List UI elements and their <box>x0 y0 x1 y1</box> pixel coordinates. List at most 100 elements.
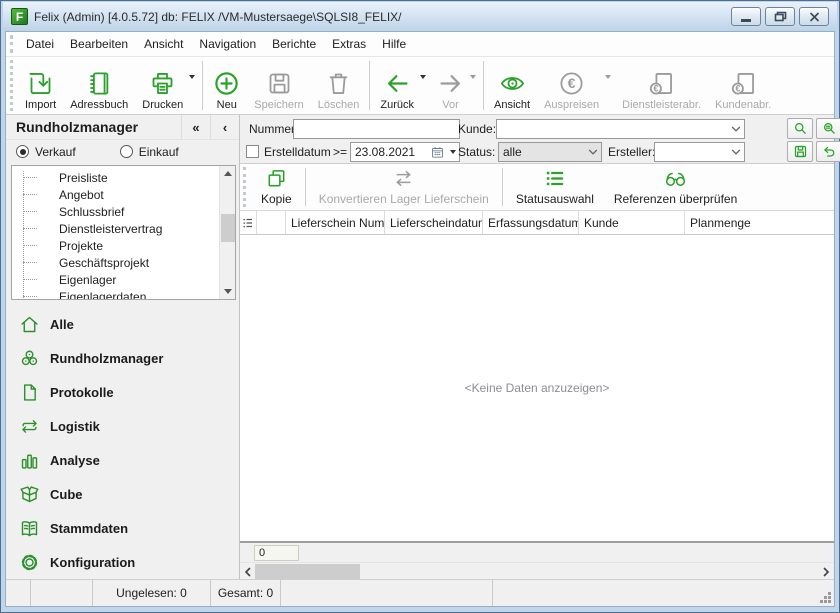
restore-icon <box>774 11 787 22</box>
neu-button[interactable]: Neu <box>206 57 247 114</box>
app-logo-icon: F <box>11 8 28 25</box>
nav-item-protokolle[interactable]: Protokolle <box>6 375 239 409</box>
status-segment <box>493 580 834 606</box>
status-segment <box>31 580 93 606</box>
horizontal-scrollbar[interactable] <box>240 562 834 579</box>
column-header-lieferschein-nummer[interactable]: Lieferschein Nummer <box>286 211 385 234</box>
app-window: F Felix (Admin) [4.0.5.72] db: FELIX /VM… <box>0 0 840 613</box>
referenzen-button[interactable]: Referenzen überprüfen <box>604 164 747 210</box>
nav-item-cube[interactable]: Cube <box>6 477 239 511</box>
menu-datei[interactable]: Datei <box>18 32 62 56</box>
cube-icon <box>19 484 40 505</box>
tree-item[interactable]: Eigenlagerdaten <box>12 288 219 300</box>
save-icon <box>266 70 293 97</box>
zurueck-button[interactable]: Zurück <box>373 57 430 114</box>
kopie-button[interactable]: Kopie <box>251 164 302 210</box>
calendar-icon[interactable] <box>429 146 446 159</box>
menu-ansicht[interactable]: Ansicht <box>136 32 191 56</box>
nav-item-logistik[interactable]: Logistik <box>6 409 239 443</box>
menu-bar: Datei Bearbeiten Ansicht Navigation Beri… <box>6 32 834 57</box>
tree-scrollbar[interactable] <box>219 166 235 299</box>
status-combo[interactable]: alle <box>498 142 602 162</box>
tree-item[interactable]: Dienstleistervertrag <box>12 220 219 237</box>
column-header-lieferscheindatum[interactable]: Lieferscheindatum <box>385 211 483 234</box>
column-chooser-icon <box>242 217 254 229</box>
collapse-button[interactable]: ‹ <box>210 115 239 139</box>
menu-bearbeiten[interactable]: Bearbeiten <box>62 32 136 56</box>
nav-item-stammdaten[interactable]: Stammdaten <box>6 511 239 545</box>
reset-filter-button[interactable] <box>816 141 840 162</box>
toolbar-separator <box>305 168 306 206</box>
ersteller-combo[interactable] <box>654 142 745 162</box>
nummer-input[interactable] <box>293 119 460 139</box>
scroll-right-icon[interactable] <box>818 563 834 580</box>
menu-berichte[interactable]: Berichte <box>264 32 324 56</box>
statusauswahl-button[interactable]: Statusauswahl <box>506 164 604 210</box>
tree-item[interactable]: Angebot <box>12 186 219 203</box>
speichern-button: Speichern <box>247 57 311 114</box>
ansicht-button[interactable]: Ansicht <box>487 57 537 114</box>
view-toolbar-drag-grip[interactable] <box>243 167 248 207</box>
einkauf-radio[interactable] <box>120 145 133 158</box>
collapse-all-button[interactable]: « <box>181 115 210 139</box>
erstelldatum-datefield[interactable]: 23.08.2021 <box>350 142 460 162</box>
column-header-erfassungsdatum[interactable]: Erfassungsdatum <box>483 211 579 234</box>
toolbar-drag-grip[interactable] <box>10 60 15 111</box>
column-header-kunde[interactable]: Kunde <box>579 211 685 234</box>
tree-item[interactable]: Schlussbrief <box>12 203 219 220</box>
table-header-blank <box>257 211 286 234</box>
scroll-down-icon[interactable] <box>220 284 236 299</box>
scroll-up-icon[interactable] <box>220 166 236 181</box>
tree-item[interactable]: Eigenlager <box>12 271 219 288</box>
tree-item[interactable]: Projekte <box>12 237 219 254</box>
save-filter-button[interactable] <box>787 141 813 162</box>
minimize-icon <box>741 19 751 22</box>
verkauf-radio[interactable] <box>16 145 29 158</box>
glasses-icon <box>664 167 687 190</box>
euro-document-icon <box>730 70 757 97</box>
tree-item[interactable]: Preisliste <box>12 169 219 186</box>
close-button[interactable] <box>799 7 829 26</box>
gesamt-counter: Gesamt: 0 <box>211 580 281 606</box>
erstelldatum-checkbox[interactable] <box>246 145 259 158</box>
save-filter-icon <box>793 144 808 159</box>
einkauf-radio-label: Einkauf <box>139 145 179 159</box>
data-grid: <Keine Daten anzuzeigen> <box>240 235 834 541</box>
column-header-planmenge[interactable]: Planmenge <box>685 211 834 234</box>
status-segment <box>281 580 493 606</box>
nummer-label: Nummer: <box>249 119 298 139</box>
dienstleisterabr-button: Dienstleisterabr. <box>615 57 708 114</box>
bar-chart-icon <box>19 450 40 471</box>
vor-button: Vor <box>430 57 480 114</box>
panel-title: Rundholzmanager <box>6 119 181 135</box>
tree-item[interactable]: Geschäftsprojekt <box>12 254 219 271</box>
nav-item-alle[interactable]: Alle <box>6 307 239 341</box>
tree-scrollbar-thumb[interactable] <box>221 214 235 242</box>
module-nav: Alle Rundholzmanager Protokolle Logistik <box>6 304 239 579</box>
drucken-dropdown-caret-icon[interactable] <box>189 75 195 79</box>
kunde-combo[interactable] <box>496 119 745 139</box>
import-button[interactable]: Import <box>18 57 63 114</box>
open-book-icon <box>19 518 40 539</box>
menu-hilfe[interactable]: Hilfe <box>374 32 414 56</box>
restore-button[interactable] <box>765 7 795 26</box>
menu-drag-grip[interactable] <box>10 35 15 53</box>
trash-icon <box>325 70 352 97</box>
minimize-button[interactable] <box>731 7 761 26</box>
resize-grip[interactable] <box>828 600 831 603</box>
scroll-left-icon[interactable] <box>240 563 256 580</box>
nav-item-rundholzmanager[interactable]: Rundholzmanager <box>6 341 239 375</box>
menu-extras[interactable]: Extras <box>324 32 374 56</box>
horizontal-scrollbar-thumb[interactable] <box>255 564 360 579</box>
undo-icon <box>822 144 837 159</box>
nav-item-analyse[interactable]: Analyse <box>6 443 239 477</box>
toolbar-separator <box>202 61 203 110</box>
search-in-results-button[interactable] <box>816 118 840 139</box>
search-button[interactable] <box>787 118 813 139</box>
column-chooser-button[interactable] <box>240 211 257 234</box>
drucken-button[interactable]: Drucken <box>135 57 199 114</box>
nav-item-konfiguration[interactable]: Konfiguration <box>6 545 239 579</box>
menu-navigation[interactable]: Navigation <box>191 32 264 56</box>
zurueck-dropdown-caret-icon[interactable] <box>420 75 426 79</box>
adressbuch-button[interactable]: Adressbuch <box>63 57 135 114</box>
